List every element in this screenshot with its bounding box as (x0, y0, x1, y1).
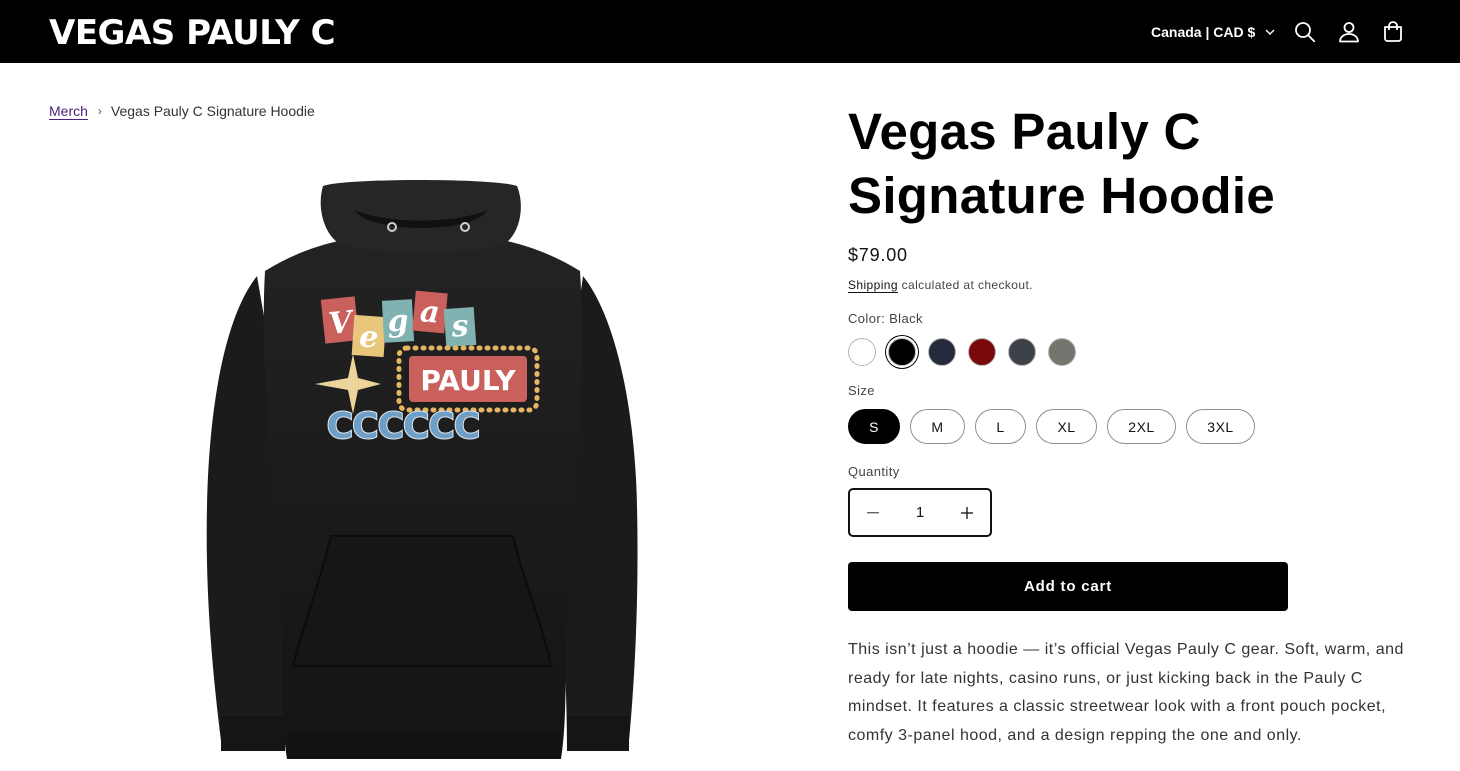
artwork-letter: a (419, 294, 441, 331)
color-swatch-black[interactable] (888, 338, 916, 366)
color-swatches (848, 338, 1076, 366)
size-option-l[interactable]: L (975, 409, 1026, 444)
shipping-note: Shipping calculated at checkout. (848, 277, 1033, 293)
product-description: This isn’t just a hoodie — it’s official… (848, 641, 1404, 744)
size-option-xl[interactable]: XL (1036, 409, 1097, 444)
artwork-letter: e (358, 319, 379, 355)
size-option-s[interactable]: S (848, 409, 900, 444)
site-header: VEGAS PAULY C Canada | CAD $ (0, 0, 1460, 63)
size-option-2xl[interactable]: 2XL (1107, 409, 1176, 444)
decrease-quantity-button[interactable] (850, 490, 896, 535)
size-label: Size (848, 383, 875, 398)
account-icon[interactable] (1336, 19, 1362, 45)
add-to-cart-button[interactable]: Add to cart (848, 562, 1288, 611)
product-price: $79.00 (848, 245, 908, 265)
breadcrumb-current: Vegas Pauly C Signature Hoodie (110, 103, 315, 119)
color-label: Color: Black (848, 311, 923, 326)
chevron-down-icon (1265, 29, 1275, 35)
size-option-3xl[interactable]: 3XL (1186, 409, 1255, 444)
shipping-link[interactable]: Shipping (848, 278, 898, 292)
quantity-input[interactable] (896, 490, 944, 535)
size-option-m[interactable]: M (910, 409, 965, 444)
locale-selector[interactable]: Canada | CAD $ (1151, 22, 1275, 42)
site-logo[interactable]: VEGAS PAULY C (49, 12, 336, 54)
product-title: Vegas Pauly C Signature Hoodie (848, 103, 1275, 224)
color-swatch-charcoal[interactable] (1008, 338, 1036, 366)
breadcrumb-separator: › (97, 104, 102, 118)
artwork-letter: s (449, 308, 469, 344)
breadcrumb-link-merch[interactable]: Merch (49, 102, 88, 120)
artwork-letter: g (387, 303, 410, 339)
increase-quantity-button[interactable] (944, 490, 990, 535)
locale-label: Canada | CAD $ (1151, 24, 1256, 40)
product-image[interactable]: V e g a s PAULY CCCCCC (195, 176, 650, 771)
artwork-letters: CCCCCC (327, 406, 480, 447)
size-options: S M L XL 2XL 3XL (848, 409, 1255, 444)
search-icon[interactable] (1292, 19, 1318, 45)
plus-icon (961, 506, 973, 519)
color-swatch-grey[interactable] (1048, 338, 1076, 366)
quantity-stepper (848, 488, 992, 537)
quantity-label: Quantity (848, 464, 900, 479)
minus-icon (867, 511, 879, 513)
breadcrumb: Merch › Vegas Pauly C Signature Hoodie (49, 102, 315, 120)
shipping-note-text: calculated at checkout. (897, 278, 1033, 292)
cart-icon[interactable] (1380, 19, 1406, 45)
artwork-word: PAULY (420, 364, 516, 397)
color-swatch-white[interactable] (848, 338, 876, 366)
color-swatch-navy[interactable] (928, 338, 956, 366)
color-swatch-maroon[interactable] (968, 338, 996, 366)
